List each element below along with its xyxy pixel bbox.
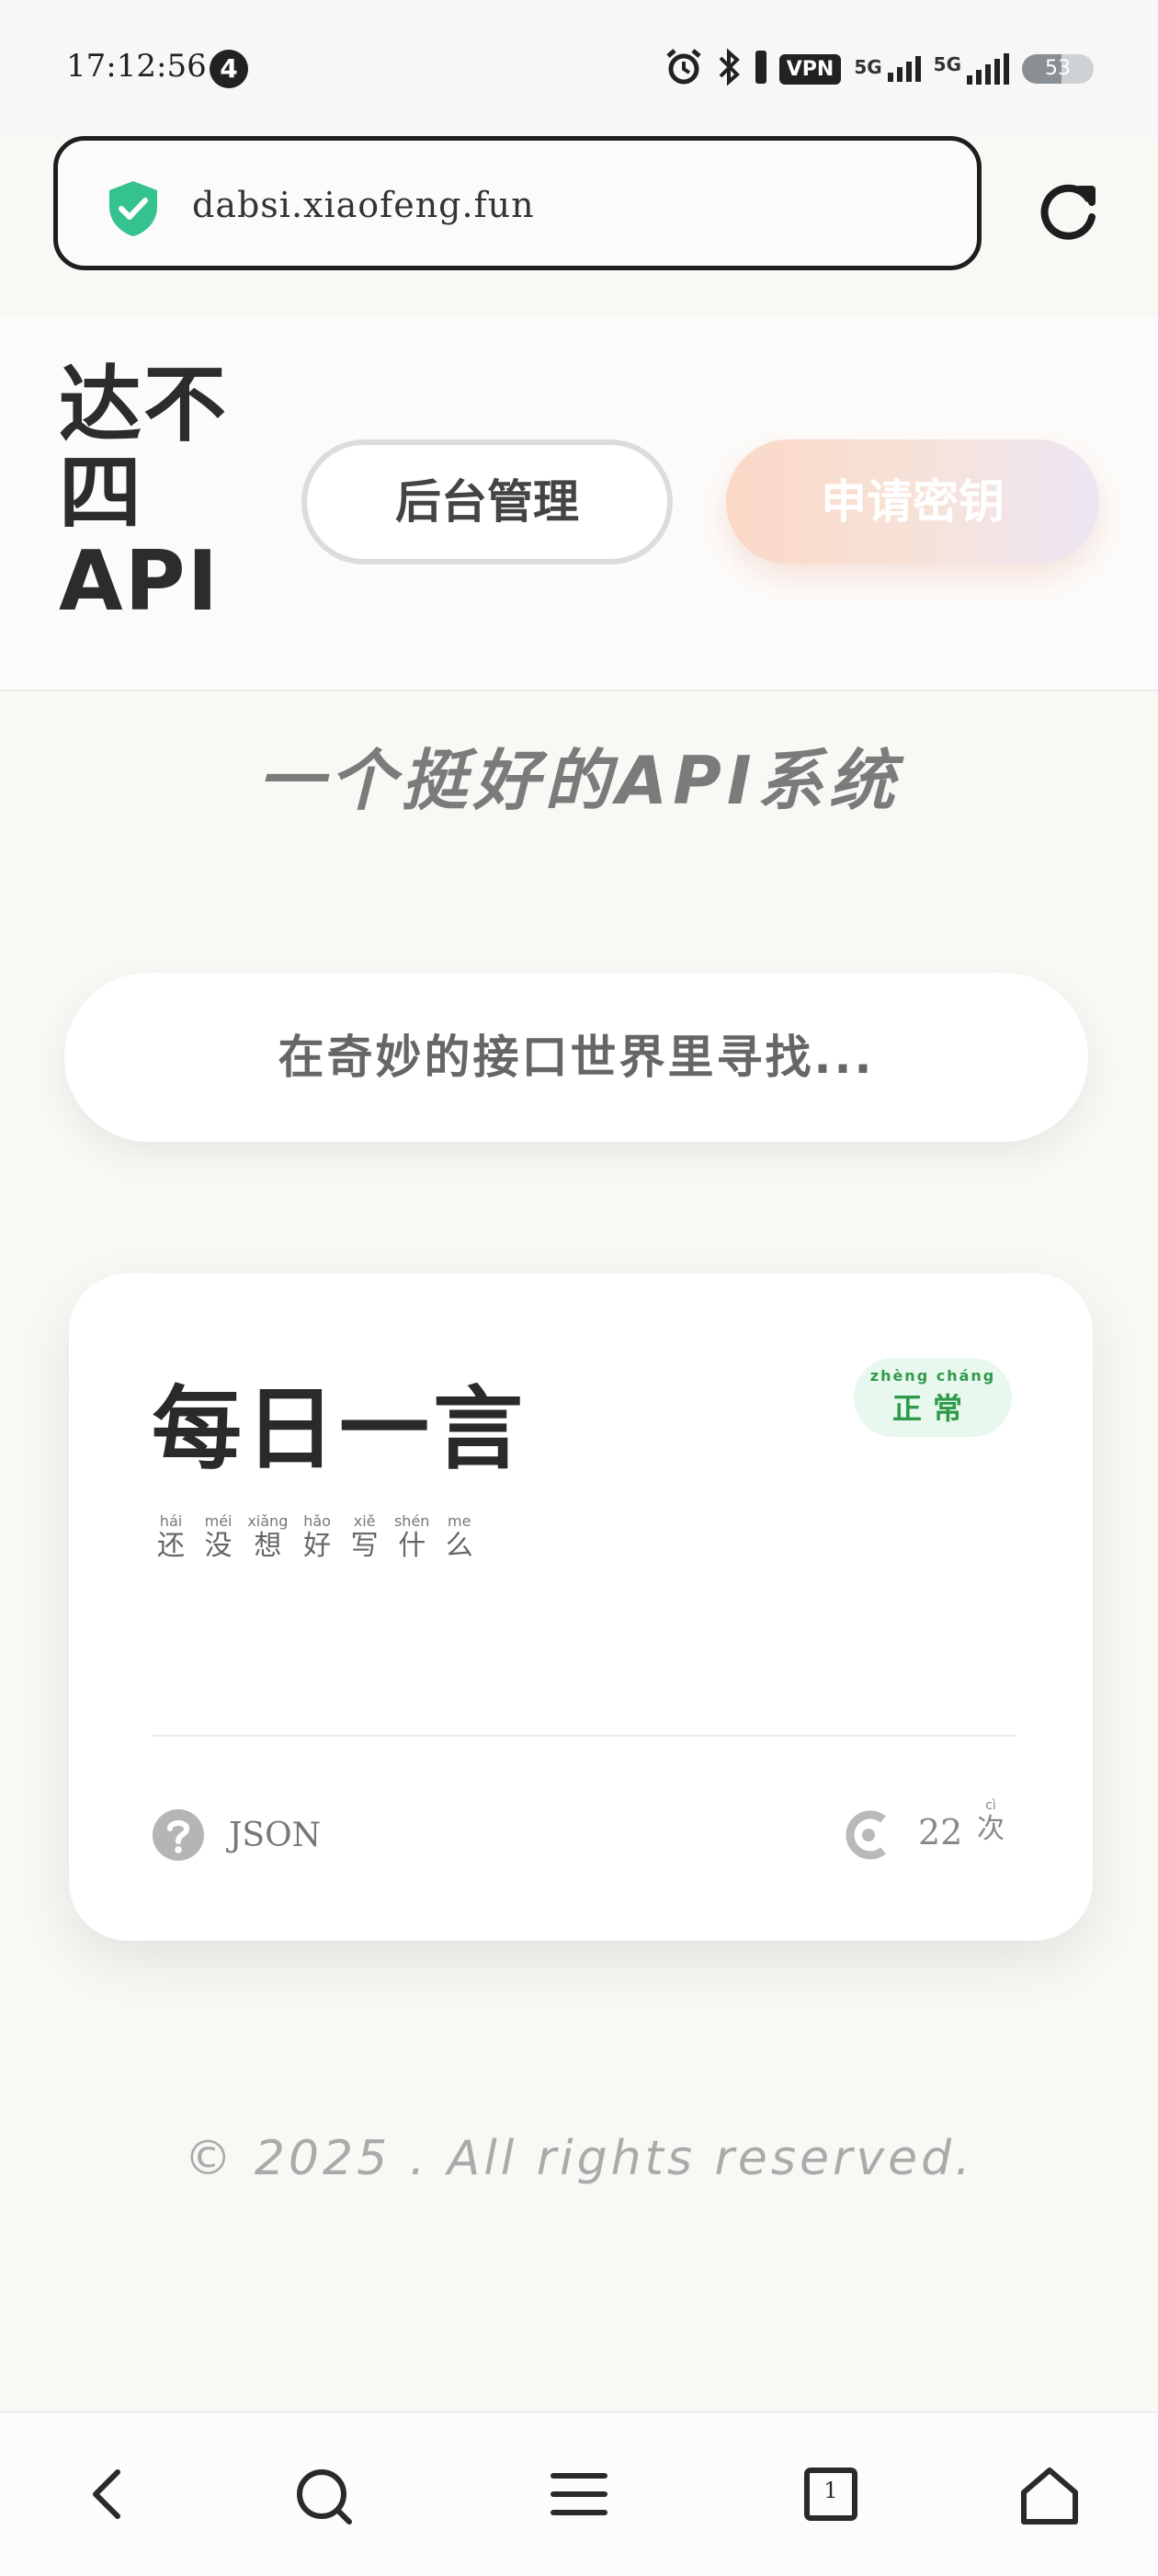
view-count-icon <box>839 1808 894 1865</box>
tab-count: 1 <box>823 2478 838 2503</box>
apply-key-button[interactable]: 申请密钥 <box>726 439 1099 564</box>
call-count-unit: 次cì <box>977 1798 1005 1845</box>
question-icon <box>152 1808 205 1865</box>
api-card-title: 每日一言 <box>152 1377 528 1482</box>
browser-nav-bar: 1 <box>0 2411 1158 2576</box>
card-divider <box>152 1735 1016 1737</box>
footer-copyright: © 2025 . All rights reserved. <box>184 2131 974 2186</box>
signal-2-icon: 5G <box>934 53 1009 85</box>
bluetooth-icon <box>717 47 743 91</box>
secure-shield-icon <box>106 179 161 242</box>
status-time: 17:12:56 <box>66 48 207 85</box>
notification-badge: 4 <box>210 50 248 88</box>
signal-1-icon: 5G <box>854 56 921 82</box>
tabs-icon[interactable]: 1 <box>801 2465 860 2527</box>
battery-saver-icon <box>755 49 766 89</box>
status-icons: VPN 5G 5G 53 <box>664 46 1094 92</box>
search-icon[interactable] <box>292 2465 357 2533</box>
site-logo[interactable]: 达不 四 API <box>59 361 261 626</box>
api-card-description: 还hái 没méi 想xiǎng 好hǎo 写xiě 什shén 么me <box>157 1512 473 1562</box>
menu-icon[interactable] <box>550 2465 608 2527</box>
vpn-badge: VPN <box>778 53 842 85</box>
reload-icon[interactable] <box>1033 177 1103 250</box>
home-icon[interactable] <box>1018 2465 1081 2531</box>
battery-icon: 53 <box>1022 54 1094 84</box>
admin-button[interactable]: 后台管理 <box>301 439 673 564</box>
status-badge: zhèng cháng 正常 <box>854 1358 1012 1437</box>
alarm-icon <box>664 47 704 91</box>
site-header: 达不 四 API 后台管理 申请密钥 <box>0 317 1158 691</box>
search-input[interactable]: 在奇妙的接口世界里寻找... <box>64 973 1088 1142</box>
response-format: JSON <box>229 1817 322 1854</box>
api-card[interactable]: 每日一言 zhèng cháng 正常 还hái 没méi 想xiǎng 好hǎ… <box>69 1273 1093 1941</box>
address-bar[interactable]: dabsi.xiaofeng.fun <box>53 136 982 270</box>
back-icon[interactable] <box>79 2465 138 2527</box>
status-bar: 17:12:56 4 VPN 5G 5G 53 <box>0 0 1158 138</box>
call-count: 22 <box>918 1812 963 1852</box>
url-text: dabsi.xiaofeng.fun <box>192 185 535 225</box>
page-subtitle: 一个挺好的API系统 <box>257 742 901 819</box>
